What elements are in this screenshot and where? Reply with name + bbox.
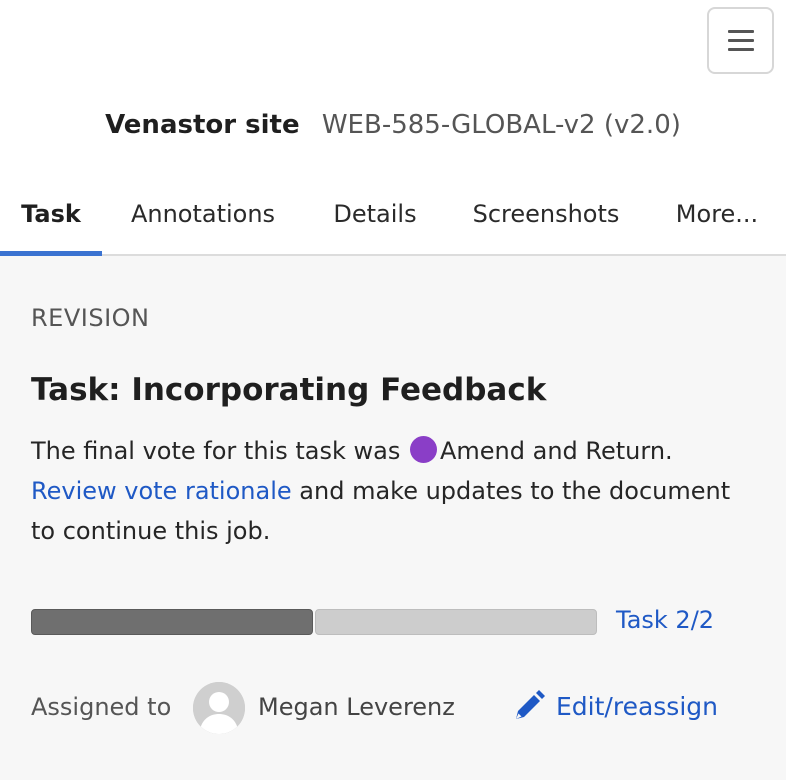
tab-screenshots[interactable]: Screenshots [464,186,628,254]
task-description: The final vote for this task was Amend a… [31,431,761,551]
task-count-link[interactable]: Task 2/2 [616,606,714,634]
menu-button[interactable] [707,7,774,74]
pencil-icon [516,690,545,719]
review-vote-rationale-link[interactable]: Review vote rationale [31,477,292,505]
edit-reassign-label: Edit/reassign [556,691,718,721]
assigned-to-label: Assigned to [31,693,172,721]
page-title: Venastor site WEB-585-GLOBAL-v2 (v2.0) [0,108,786,142]
tab-details[interactable]: Details [320,186,430,254]
progress-segment-complete [31,609,313,635]
assignee-name: Megan Leverenz [258,693,455,721]
tab-more[interactable]: More... [664,186,770,254]
hamburger-menu-icon [727,30,754,51]
edit-reassign-link[interactable]: Edit/reassign [512,689,718,723]
task-progress-bar [31,609,597,635]
tab-annotations[interactable]: Annotations [118,186,288,254]
user-avatar-icon [193,682,245,734]
document-id: WEB-585-GLOBAL-v2 (v2.0) [321,110,681,140]
vote-status-dot-icon [409,436,437,463]
task-title: Task: Incorporating Feedback [31,372,547,408]
vote-value: Amend and Return. [439,437,673,465]
tab-bar: Task Annotations Details Screenshots Mor… [0,186,786,256]
task-stage-label: REVISION [31,304,150,332]
progress-segment-current [315,609,597,635]
vote-prefix: The final vote for this task was [31,437,401,465]
site-label: Venastor site [105,110,300,140]
tab-task[interactable]: Task [0,186,102,256]
